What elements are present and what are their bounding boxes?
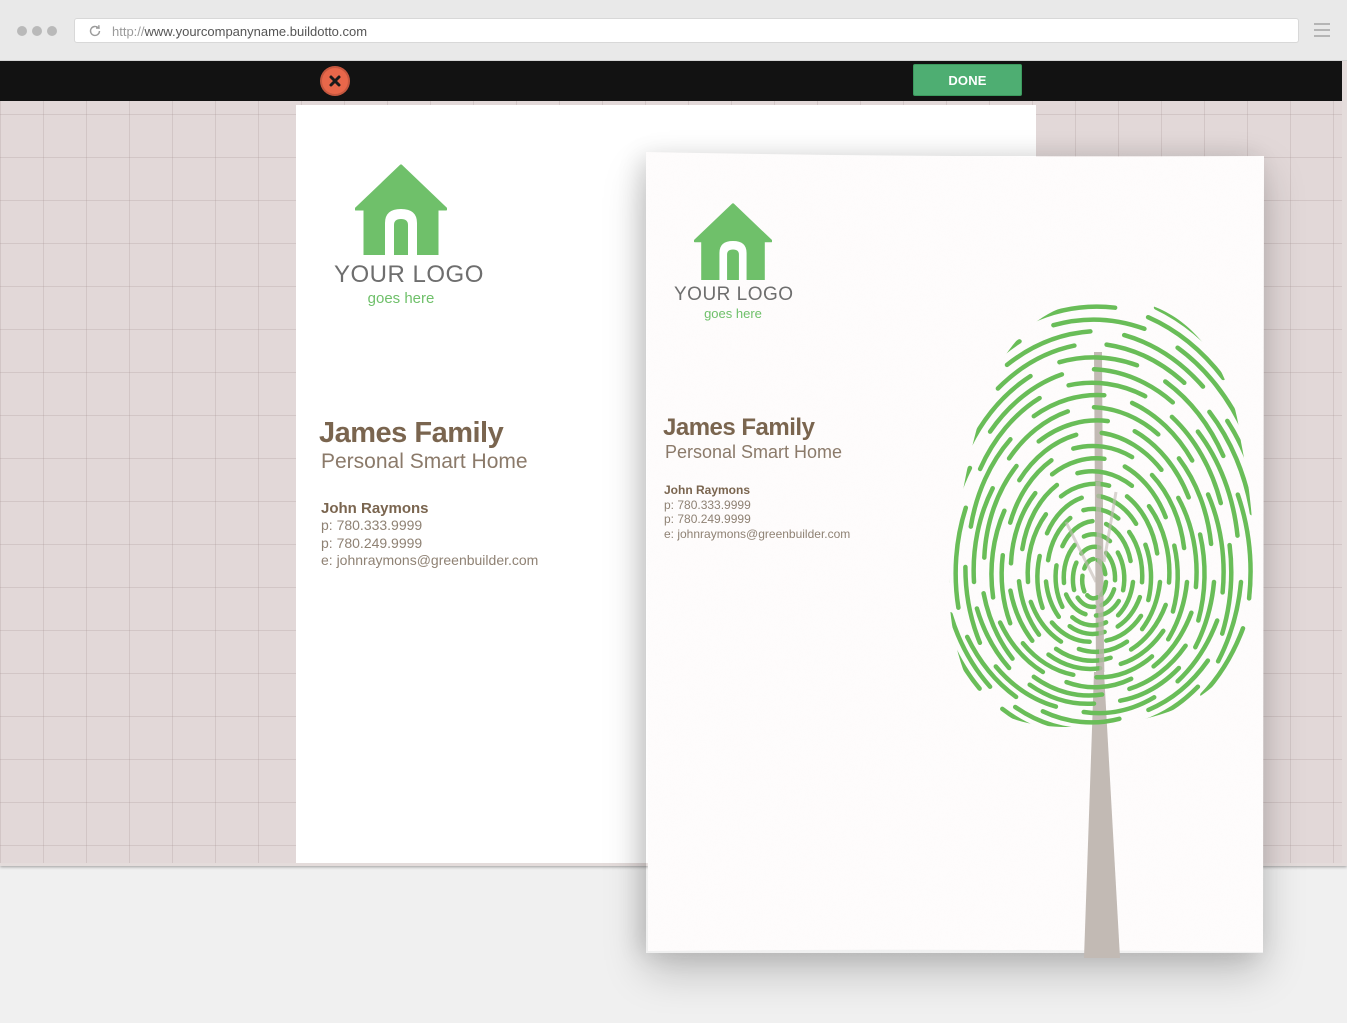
reload-icon[interactable] xyxy=(87,23,103,39)
letterhead-logo: YOUR LOGO goes here xyxy=(674,202,794,321)
contact-person: John Raymons xyxy=(664,483,751,497)
phone-2: p: 780.249.9999 xyxy=(664,512,751,526)
url-host: www.yourcompanyname.buildotto.com xyxy=(144,24,368,39)
letterhead-content: YOUR LOGO goes here James Family Persona… xyxy=(646,152,1264,958)
url-text[interactable]: http://www.yourcompanyname.buildotto.com xyxy=(112,24,367,39)
window-dot[interactable] xyxy=(32,26,42,36)
logo-text: YOUR LOGO xyxy=(674,284,794,305)
close-button[interactable] xyxy=(320,66,350,96)
tagline: Personal Smart Home xyxy=(665,442,843,462)
card-logo: YOUR LOGO goes here xyxy=(334,163,484,307)
email: e: johnraymons@greenbuilder.com xyxy=(664,527,851,541)
tagline: Personal Smart Home xyxy=(321,450,528,473)
house-logo-icon xyxy=(694,203,772,280)
contact-person: John Raymons xyxy=(321,500,429,517)
browser-chrome: http://www.yourcompanyname.buildotto.com xyxy=(0,0,1347,61)
phone-1: p: 780.333.9999 xyxy=(321,517,423,533)
email: e: johnraymons@greenbuilder.com xyxy=(321,552,539,568)
logo-subtext: goes here xyxy=(367,290,435,307)
hamburger-menu-icon[interactable] xyxy=(1314,23,1330,39)
logo-subtext: goes here xyxy=(704,306,762,321)
close-icon xyxy=(329,75,341,87)
house-logo-icon xyxy=(355,164,447,255)
phone-2: p: 780.249.9999 xyxy=(321,535,423,551)
done-button[interactable]: DONE xyxy=(913,64,1022,96)
phone-1: p: 780.333.9999 xyxy=(664,498,751,512)
window-dot[interactable] xyxy=(47,26,57,36)
family-name: James Family xyxy=(319,417,504,449)
logo-text: YOUR LOGO xyxy=(334,261,484,288)
family-name: James Family xyxy=(663,414,815,441)
url-protocol: http:// xyxy=(112,24,145,39)
address-bar[interactable]: http://www.yourcompanyname.buildotto.com xyxy=(74,18,1299,43)
window-dot[interactable] xyxy=(17,26,27,36)
editor-toolbar: DONE xyxy=(0,61,1342,101)
window-controls[interactable] xyxy=(17,26,57,36)
